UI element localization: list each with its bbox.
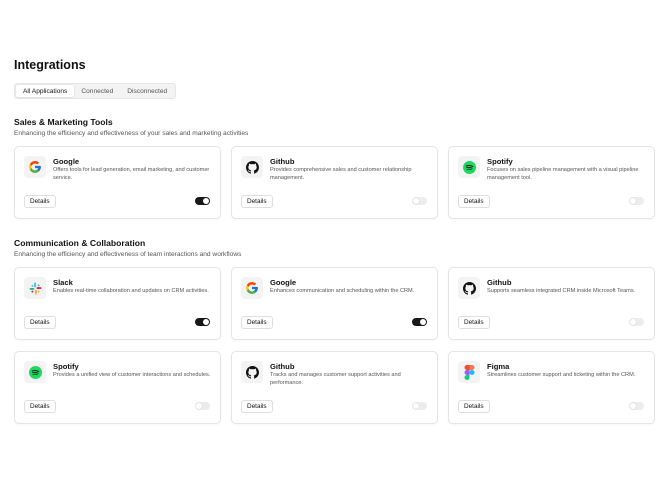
- integration-name: Github: [487, 278, 512, 287]
- toggle-knob: [203, 198, 209, 204]
- connection-toggle[interactable]: [195, 318, 210, 326]
- integration-description: Focuses on sales pipeline management wit…: [487, 167, 639, 181]
- details-button[interactable]: Details: [241, 400, 273, 413]
- details-button[interactable]: Details: [241, 316, 273, 329]
- connection-toggle[interactable]: [629, 197, 644, 205]
- spotify-icon: [458, 156, 480, 178]
- integration-card-figma: Figma Streamlines customer support and ti…: [448, 351, 655, 424]
- integration-card-github: Github Tracks and manages customer suppor…: [231, 351, 438, 424]
- integration-name: Github: [270, 362, 295, 371]
- details-button[interactable]: Details: [458, 400, 490, 413]
- integration-name: Google: [53, 157, 80, 166]
- details-button[interactable]: Details: [458, 195, 490, 208]
- connection-toggle[interactable]: [195, 402, 210, 410]
- integration-name: Github: [270, 157, 295, 166]
- integration-card-github: Github Provides comprehensive sales and c…: [231, 146, 438, 219]
- integration-description: Tracks and manages customer support acti…: [270, 372, 401, 386]
- integration-card-spotify: Spotify Provides a unified view of custom…: [14, 351, 221, 424]
- slack-icon: [24, 277, 46, 299]
- page-title: Integrations: [14, 58, 86, 72]
- toggle-knob: [630, 403, 636, 409]
- details-button[interactable]: Details: [24, 400, 56, 413]
- integration-card-slack: Slack Enables real-time collaboration and…: [14, 267, 221, 340]
- google-icon: [241, 277, 263, 299]
- connection-toggle[interactable]: [195, 197, 210, 205]
- connection-toggle[interactable]: [629, 318, 644, 326]
- toggle-knob: [420, 319, 426, 325]
- figma-icon: [458, 361, 480, 383]
- toggle-knob: [196, 403, 202, 409]
- integration-description: Offers tools for lead generation, email …: [53, 167, 210, 181]
- integration-description: Supports seamless integrated CRM inside …: [487, 288, 636, 294]
- connection-toggle[interactable]: [412, 318, 427, 326]
- section-title-communication: Communication & Collaboration: [14, 238, 146, 248]
- integration-description: Provides a unified view of customer inte…: [53, 372, 211, 378]
- details-button[interactable]: Details: [24, 195, 56, 208]
- github-icon: [241, 156, 263, 178]
- section-subtitle-communication: Enhancing the efficiency and effectivene…: [14, 251, 242, 258]
- integration-name: Spotify: [53, 362, 79, 371]
- tab-connected[interactable]: Connected: [74, 85, 120, 97]
- toggle-knob: [203, 319, 209, 325]
- section-title-sales-marketing: Sales & Marketing Tools: [14, 117, 113, 127]
- details-button[interactable]: Details: [241, 195, 273, 208]
- integration-name: Slack: [53, 278, 73, 287]
- toggle-knob: [630, 319, 636, 325]
- integration-card-google: Google Enhances communication and schedul…: [231, 267, 438, 340]
- integration-card-google: Google Offers tools for lead generation, …: [14, 146, 221, 219]
- tab-all-applications[interactable]: All Applications: [16, 85, 75, 97]
- integration-card-github: Github Supports seamless integrated CRM i…: [448, 267, 655, 340]
- toggle-knob: [413, 198, 419, 204]
- connection-toggle[interactable]: [412, 197, 427, 205]
- google-icon: [24, 156, 46, 178]
- integration-description: Enhances communication and scheduling wi…: [270, 288, 415, 294]
- connection-toggle[interactable]: [412, 402, 427, 410]
- tab-disconnected[interactable]: Disconnected: [120, 85, 174, 97]
- integration-card-spotify: Spotify Focuses on sales pipeline managem…: [448, 146, 655, 219]
- connection-toggle[interactable]: [629, 402, 644, 410]
- details-button[interactable]: Details: [458, 316, 490, 329]
- section-subtitle-sales-marketing: Enhancing the efficiency and effectivene…: [14, 130, 249, 137]
- integration-name: Spotify: [487, 157, 513, 166]
- integration-description: Enables real-time collaboration and upda…: [53, 288, 209, 294]
- toggle-knob: [630, 198, 636, 204]
- spotify-icon: [24, 361, 46, 383]
- github-icon: [241, 361, 263, 383]
- integration-description: Streamlines customer support and ticketi…: [487, 372, 636, 378]
- filter-tabs: All Applications Connected Disconnected: [14, 83, 177, 99]
- integration-name: Google: [270, 278, 297, 287]
- integration-description: Provides comprehensive sales and custome…: [270, 167, 412, 181]
- toggle-knob: [413, 403, 419, 409]
- details-button[interactable]: Details: [24, 316, 56, 329]
- integration-name: Figma: [487, 362, 510, 371]
- github-icon: [458, 277, 480, 299]
